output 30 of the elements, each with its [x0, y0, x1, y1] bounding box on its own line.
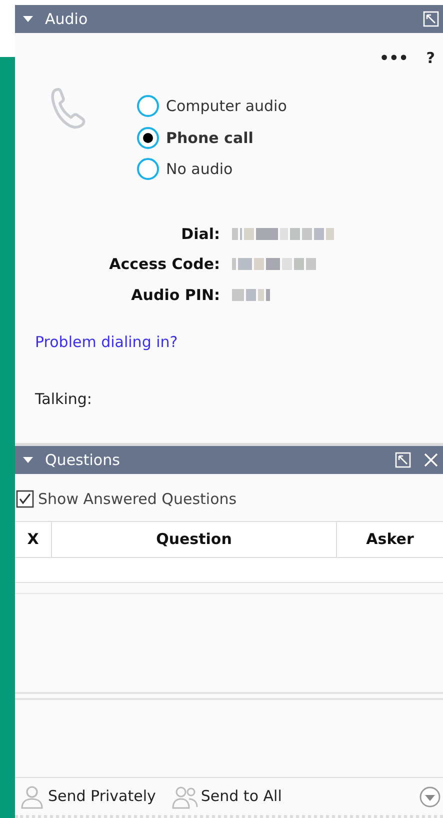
more-icon[interactable]: ••• — [380, 47, 408, 75]
field-label: Dial: — [180, 224, 220, 244]
people-icon — [172, 784, 198, 808]
person-icon — [19, 784, 45, 808]
radio-button[interactable] — [137, 126, 159, 149]
popout-icon[interactable] — [423, 11, 439, 27]
column-header[interactable]: Question — [52, 522, 337, 556]
radio-option[interactable]: Computer audio — [137, 95, 287, 118]
popout-icon[interactable] — [395, 452, 411, 468]
checkbox-label: Show Answered Questions — [38, 489, 237, 510]
column-header[interactable]: Asker — [337, 522, 443, 556]
talking-label: Talking: — [35, 388, 93, 410]
radio-option[interactable]: No audio — [137, 158, 287, 180]
radio-button[interactable] — [137, 95, 159, 118]
panel-title: Audio — [45, 8, 88, 30]
radio-option[interactable]: Phone call — [137, 126, 287, 149]
close-icon[interactable] — [423, 452, 439, 468]
radio-button[interactable] — [137, 158, 159, 180]
send-privately-button[interactable]: Send Privately — [19, 784, 156, 808]
field-label: Audio PIN: — [130, 284, 220, 306]
blurred-value — [232, 286, 272, 303]
help-link[interactable]: Problem dialing in? — [35, 331, 178, 354]
column-header[interactable]: X — [15, 522, 52, 556]
panel-title: Questions — [45, 450, 120, 471]
help-icon[interactable]: ? — [426, 47, 435, 75]
question-input[interactable] — [15, 698, 443, 778]
dropdown-icon[interactable] — [419, 786, 441, 808]
checkbox[interactable] — [16, 490, 34, 508]
field-label: Access Code: — [108, 254, 220, 275]
send-to-all-button[interactable]: Send to All — [172, 784, 282, 808]
